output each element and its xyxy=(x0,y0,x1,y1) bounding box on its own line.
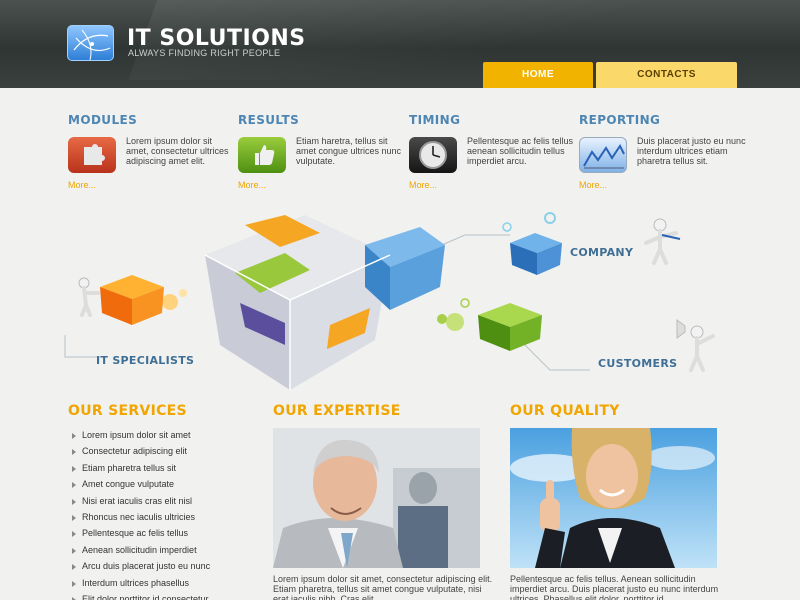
list-item[interactable]: Pellentesque ac felis tellus xyxy=(70,525,250,541)
diagram-label-specialists: IT SPECIALISTS xyxy=(96,354,195,367)
feature-timing: TIMING Pellentesque ac felis tellus aene… xyxy=(409,113,574,190)
feature-modules: MODULES Lorem ipsum dolor sit amet, cons… xyxy=(68,113,233,190)
list-item[interactable]: Nisi erat iaculis cras elit nisl xyxy=(70,493,250,509)
expertise-text: Lorem ipsum dolor sit amet, consectetur … xyxy=(273,574,493,600)
feature-text: Lorem ipsum dolor sit amet, consectetur … xyxy=(126,136,229,166)
site-header: IT SOLUTIONS ALWAYS FINDING RIGHT PEOPLE… xyxy=(0,0,800,88)
feature-text: Etiam haretra, tellus sit amet congue ul… xyxy=(296,136,402,166)
feature-title: TIMING xyxy=(409,113,461,127)
list-item[interactable]: Aenean sollicitudin imperdiet xyxy=(70,542,250,558)
more-link[interactable]: More... xyxy=(409,180,437,190)
services-list: Lorem ipsum dolor sit amet Consectetur a… xyxy=(70,427,250,600)
section-title-expertise: OUR EXPERTISE xyxy=(273,403,401,419)
list-item[interactable]: Amet congue vulputate xyxy=(70,476,250,492)
feature-reporting: REPORTING Duis placerat justo eu nunc in… xyxy=(579,113,746,190)
figure-customer xyxy=(676,319,715,372)
list-item[interactable]: Consectetur adipiscing elit xyxy=(70,443,250,459)
feature-text: Duis placerat justo eu nunc interdum ult… xyxy=(637,136,746,166)
figure-specialist xyxy=(78,277,100,317)
feature-text: Pellentesque ac felis tellus aenean soll… xyxy=(467,136,574,166)
puzzle-icon xyxy=(68,137,116,173)
expertise-photo xyxy=(273,428,480,568)
list-item[interactable]: Etiam pharetra tellus sit xyxy=(70,460,250,476)
chart-icon xyxy=(579,137,627,173)
list-item[interactable]: Interdum ultrices phasellus xyxy=(70,575,250,591)
more-link[interactable]: More... xyxy=(68,180,96,190)
diagram-label-customers: CUSTOMERS xyxy=(598,357,678,370)
section-title-services: OUR SERVICES xyxy=(68,403,187,419)
feature-results: RESULTS Etiam haretra, tellus sit amet c… xyxy=(238,113,403,190)
nav-contacts[interactable]: CONTACTS xyxy=(596,62,737,88)
feature-title: RESULTS xyxy=(238,113,300,127)
quality-text: Pellentesque ac felis tellus. Aenean sol… xyxy=(510,574,719,600)
feature-title: REPORTING xyxy=(579,113,661,127)
list-item[interactable]: Rhoncus nec iaculis ultricies xyxy=(70,509,250,525)
figure-company xyxy=(644,218,681,265)
section-title-quality: OUR QUALITY xyxy=(510,403,620,419)
list-item[interactable]: Arcu duis placerat justo eu nunc xyxy=(70,558,250,574)
diagram-label-company: COMPANY xyxy=(570,246,634,259)
feature-title: MODULES xyxy=(68,113,138,127)
quality-photo xyxy=(510,428,717,568)
list-item[interactable]: Lorem ipsum dolor sit amet xyxy=(70,427,250,443)
clock-icon xyxy=(409,137,457,173)
thumbs-up-icon xyxy=(238,137,286,173)
logo-icon[interactable] xyxy=(67,25,114,61)
nav-home[interactable]: HOME xyxy=(483,62,593,88)
list-item[interactable]: Elit dolor porttitor id consectetur xyxy=(70,591,250,600)
site-tagline: ALWAYS FINDING RIGHT PEOPLE xyxy=(128,48,281,58)
more-link[interactable]: More... xyxy=(238,180,266,190)
more-link[interactable]: More... xyxy=(579,180,607,190)
